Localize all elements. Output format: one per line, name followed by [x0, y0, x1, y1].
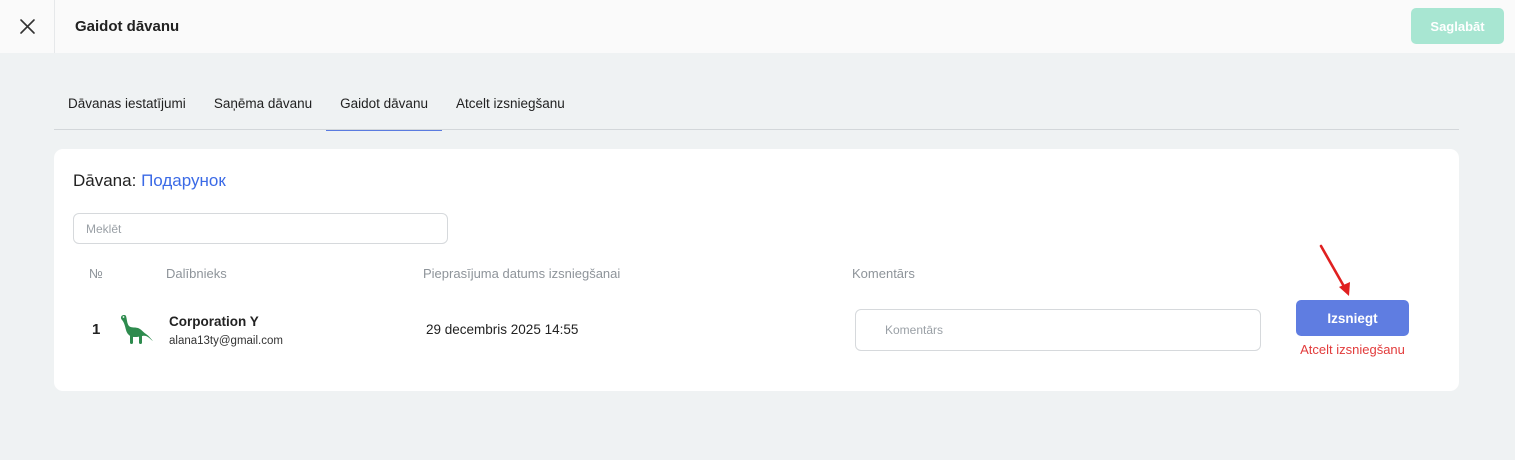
save-button[interactable]: Saglabāt	[1411, 8, 1504, 44]
column-header-number: №	[89, 266, 103, 281]
row-number: 1	[92, 321, 101, 338]
gift-card: Dāvana: Подарунок № Dalībnieks Pieprasīj…	[54, 149, 1459, 391]
close-icon	[19, 19, 35, 34]
participant-email: alana13ty@gmail.com	[169, 335, 283, 347]
card-title-prefix: Dāvana:	[73, 171, 137, 190]
tab-awaiting-gift[interactable]: Gaidot dāvanu	[326, 76, 442, 131]
gift-name-link[interactable]: Подарунок	[141, 171, 226, 190]
dinosaur-icon	[120, 315, 153, 344]
comment-input[interactable]	[855, 309, 1261, 351]
column-header-comment: Komentārs	[852, 266, 915, 281]
search-input[interactable]	[73, 213, 448, 244]
request-date: 29 decembris 2025 14:55	[426, 322, 579, 337]
column-header-date: Pieprasījuma datums izsniegšanai	[423, 266, 621, 281]
cancel-redemption-link[interactable]: Atcelt izsniegšanu	[1296, 342, 1409, 357]
tab-bar: Dāvanas iestatījumi Saņēma dāvanu Gaidot…	[54, 76, 1459, 131]
tab-cancel-redemption[interactable]: Atcelt izsniegšanu	[442, 76, 579, 130]
participant-name: Corporation Y	[169, 314, 259, 329]
redeem-button[interactable]: Izsniegt	[1296, 300, 1409, 336]
annotation-arrow-icon	[1319, 244, 1350, 296]
tab-gift-settings[interactable]: Dāvanas iestatījumi	[54, 76, 200, 130]
tab-received-gift[interactable]: Saņēma dāvanu	[200, 76, 326, 130]
page-title: Gaidot dāvanu	[75, 18, 180, 35]
card-title: Dāvana: Подарунок	[73, 171, 226, 191]
close-button[interactable]	[0, 0, 55, 53]
top-bar: Gaidot dāvanu Saglabāt	[0, 0, 1515, 53]
column-header-participant: Dalībnieks	[166, 266, 227, 281]
